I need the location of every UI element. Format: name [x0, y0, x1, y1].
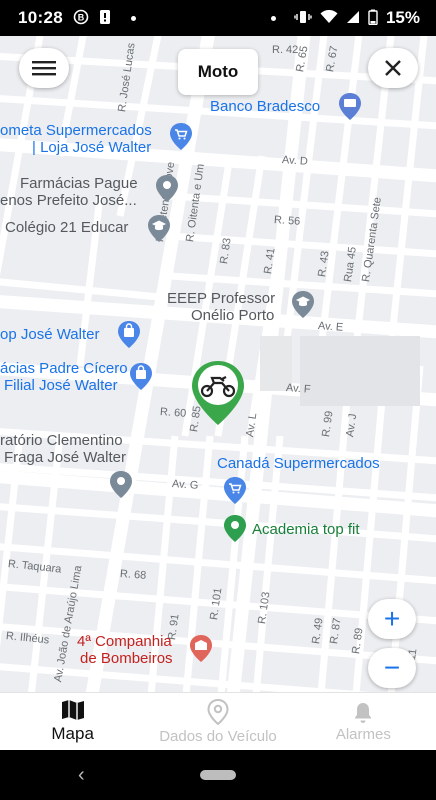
poi-label[interactable]: Canadá Supermercados	[217, 455, 380, 473]
tab-alarmes[interactable]: Alarmes	[291, 693, 436, 750]
map-pin-icon[interactable]	[222, 514, 248, 542]
notification-dot-icon	[130, 15, 136, 21]
poi-label[interactable]: | Loja José Walter	[32, 139, 151, 157]
close-button[interactable]	[368, 48, 418, 88]
school-icon[interactable]	[146, 214, 172, 242]
shopping-bag-icon[interactable]	[116, 320, 142, 348]
map-view[interactable]: R. 42 R. 65 R. 67 R. José Lucas Av. D R.…	[0, 36, 436, 692]
shopping-cart-icon[interactable]	[168, 122, 194, 150]
poi-label[interactable]: Colégio 21 Educar	[5, 219, 128, 237]
poi-label[interactable]: 4ª Companhia	[77, 633, 172, 651]
street-label: Av. D	[281, 154, 309, 168]
poi-label[interactable]: Onélio Porto	[191, 307, 274, 325]
vibrate-icon	[294, 10, 312, 26]
tab-mapa[interactable]: Mapa	[0, 693, 145, 750]
zoom-out-button[interactable]: −	[368, 648, 416, 688]
poi-label[interactable]: enos Prefeito José...	[0, 192, 137, 210]
poi-label[interactable]: Filial José Walter	[4, 377, 118, 395]
close-icon	[385, 60, 401, 76]
vehicle-marker[interactable]	[190, 359, 246, 427]
b-circle-icon: B	[73, 9, 89, 27]
tab-label: Dados do Veículo	[159, 727, 277, 745]
system-navigation-bar: ‹	[0, 750, 436, 800]
zoom-in-label: +	[383, 603, 401, 634]
zoom-in-button[interactable]: +	[368, 599, 416, 639]
bell-icon	[355, 702, 372, 723]
battery-icon	[368, 9, 378, 27]
poi-label[interactable]: Banco Bradesco	[210, 98, 320, 116]
poi-label[interactable]: ometa Supermercados	[0, 122, 152, 140]
street-label: Av. E	[317, 320, 344, 334]
poi-label[interactable]: Fraga José Walter	[4, 449, 126, 467]
wifi-icon	[320, 9, 338, 26]
street-label: R. 42	[272, 44, 299, 56]
signal-icon	[346, 10, 360, 26]
street-label: R. 60	[159, 406, 187, 420]
menu-button[interactable]	[19, 48, 69, 88]
street-label: R. 56	[273, 214, 301, 228]
map-pin-icon[interactable]	[154, 174, 180, 202]
back-icon[interactable]: ‹	[78, 764, 85, 787]
status-time: 10:28	[18, 8, 63, 27]
poi-label[interactable]: Academia top fit	[252, 521, 360, 539]
map-icon	[61, 700, 84, 720]
notification-dot-icon	[270, 15, 276, 21]
tab-label: Mapa	[51, 724, 94, 743]
poi-label[interactable]: EEEP Professor	[167, 290, 275, 308]
poi-label[interactable]: de Bombeiros	[80, 650, 173, 668]
app-screen: 10:28 B 15% R. 42 R. 65 R. 67 R. José Lu…	[0, 0, 436, 800]
poi-label[interactable]: Farmácias Pague	[20, 175, 138, 193]
map-pin-icon[interactable]	[108, 470, 134, 498]
tab-label: Alarmes	[335, 725, 391, 743]
zoom-out-label: −	[383, 652, 401, 683]
shopping-cart-icon[interactable]	[222, 476, 248, 504]
tab-dados-do-veiculo[interactable]: Dados do Veículo	[145, 693, 290, 750]
svg-text:B: B	[78, 13, 85, 23]
home-pill[interactable]	[200, 770, 236, 780]
status-bar: 10:28 B 15%	[0, 0, 436, 36]
alert-icon	[99, 9, 111, 27]
page-title: Moto	[178, 49, 258, 95]
hamburger-icon	[32, 61, 56, 76]
fire-station-icon[interactable]	[188, 634, 214, 662]
shopping-bag-icon[interactable]	[128, 362, 154, 390]
bottom-navigation: Mapa Dados do Veículo Alarmes	[0, 692, 436, 750]
battery-percent: 15%	[385, 8, 420, 27]
poi-label[interactable]: ácias Padre Cícero	[0, 360, 128, 378]
school-icon[interactable]	[290, 290, 316, 318]
street-label: R. 68	[119, 568, 147, 582]
poi-label[interactable]: ratório Clementino	[0, 432, 123, 450]
poi-label[interactable]: op José Walter	[0, 326, 100, 344]
location-pin-icon	[207, 698, 229, 725]
street-label: Av. F	[285, 382, 312, 396]
bank-icon[interactable]	[337, 92, 363, 120]
street-label: Av. G	[171, 478, 199, 492]
